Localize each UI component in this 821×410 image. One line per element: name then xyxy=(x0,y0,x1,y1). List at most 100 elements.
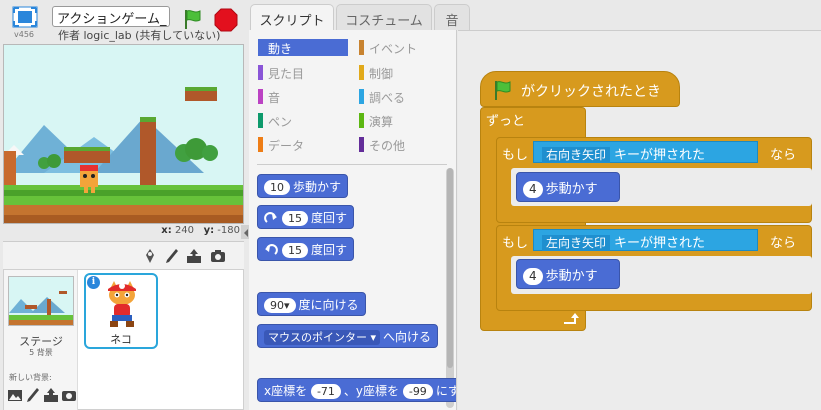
point-direction-block[interactable]: 90▾ 度に向ける xyxy=(257,292,366,316)
category-operators[interactable]: 演算 xyxy=(359,112,454,129)
sprite-list: ステージ 5 背景 新しい背景: i ネコ xyxy=(3,269,244,410)
tab-scripts[interactable]: スクリプト xyxy=(250,4,334,31)
goto-xy-block[interactable]: x座標を -71、y座標を -99にする xyxy=(257,378,456,402)
category-pen[interactable]: ペン xyxy=(258,112,353,129)
category-swatch xyxy=(359,113,364,128)
block-label: にする xyxy=(435,384,456,398)
category-data[interactable]: データ xyxy=(258,136,353,153)
category-swatch xyxy=(359,89,364,104)
version-label: v456 xyxy=(14,30,35,39)
backdrop-camera-icon[interactable] xyxy=(61,387,77,403)
block-label: 歩動かす xyxy=(293,180,342,194)
new-backdrop-label: 新しい背景: xyxy=(9,373,52,382)
towards-dropdown[interactable]: マウスのポインター ▾ xyxy=(264,330,381,345)
category-swatch xyxy=(359,40,364,55)
cat-sprite-thumbnail xyxy=(108,281,136,327)
stage-thumbnail-scene xyxy=(9,277,73,325)
category-swatch xyxy=(359,65,364,80)
block-label: へ向ける xyxy=(383,330,432,344)
turn-right-input[interactable]: 15 xyxy=(282,211,308,226)
category-label: イベント xyxy=(369,42,418,56)
move-steps-block[interactable]: 4 歩動かす xyxy=(516,172,620,202)
tab-costumes[interactable]: コスチューム xyxy=(336,4,432,30)
block-palette: 動き イベント 見た目 制御 音 調べる ペン 演算 データ その他 10 歩動… xyxy=(249,30,457,410)
tab-sounds[interactable]: 音 xyxy=(434,4,470,30)
palette-scrollbar-thumb[interactable] xyxy=(447,168,453,368)
turn-right-block[interactable]: 15 度回す xyxy=(257,205,355,229)
category-more[interactable]: その他 xyxy=(359,136,454,153)
category-label: ペン xyxy=(268,115,293,129)
category-label: データ xyxy=(268,139,305,153)
turn-left-input[interactable]: 15 xyxy=(282,243,308,258)
when-flag-clicked-block[interactable]: がクリックされたとき xyxy=(480,71,680,107)
block-label: 度に向ける xyxy=(298,298,359,312)
stop-icon[interactable] xyxy=(214,8,238,32)
block-label: 度回す xyxy=(311,211,348,225)
palette-divider xyxy=(257,164,447,165)
move-steps-input[interactable]: 10 xyxy=(264,180,290,195)
green-flag-icon[interactable] xyxy=(182,8,204,30)
goto-x-input[interactable]: -71 xyxy=(310,384,341,399)
stage-scene xyxy=(4,45,243,223)
then-label: なら xyxy=(770,236,797,251)
mouse-coords: x: 240 y: -180 xyxy=(120,225,240,236)
category-sound[interactable]: 音 xyxy=(258,88,353,105)
green-flag-icon xyxy=(495,81,511,100)
block-label: 度回す xyxy=(311,243,348,257)
category-label: 制御 xyxy=(369,67,394,81)
direction-dropdown[interactable]: 90▾ xyxy=(264,298,296,313)
camera-icon[interactable] xyxy=(209,247,227,265)
stage-thumbnail[interactable] xyxy=(8,276,74,326)
backdrop-library-icon[interactable] xyxy=(7,387,23,403)
loop-arrow-icon xyxy=(564,313,579,324)
block-label: 歩動かす xyxy=(545,269,598,284)
category-label: 演算 xyxy=(369,115,394,129)
block-label: 歩動かす xyxy=(545,182,598,197)
category-label: 見た目 xyxy=(268,67,305,81)
if-label: もし xyxy=(502,236,529,251)
category-events[interactable]: イベント xyxy=(359,39,454,56)
category-motion[interactable]: 動き xyxy=(258,39,348,56)
stage-header: v456 アクションゲーム_ 作者 logic_lab (共有していない) xyxy=(0,0,247,44)
category-control[interactable]: 制御 xyxy=(359,64,454,81)
move-steps-input[interactable]: 4 xyxy=(523,268,543,285)
new-backdrop-tools xyxy=(7,387,79,403)
move-steps-block[interactable]: 10 歩動かす xyxy=(257,174,349,198)
stage-selector[interactable]: ステージ 5 背景 新しい背景: xyxy=(4,270,78,410)
key-dropdown[interactable]: 右向き矢印 xyxy=(542,147,611,163)
turn-left-block[interactable]: 15 度回す xyxy=(257,237,355,261)
new-sprite-toolbar xyxy=(3,241,244,269)
forever-label: ずっと xyxy=(486,114,526,129)
sprite-name: ネコ xyxy=(110,333,132,346)
sprite-card-cat[interactable]: i ネコ xyxy=(84,273,158,349)
paint-brush-icon[interactable] xyxy=(163,247,181,265)
point-towards-block[interactable]: マウスのポインター ▾ へ向ける xyxy=(257,324,439,348)
y-label: y: xyxy=(203,225,215,236)
rotate-left-icon xyxy=(265,244,278,255)
upload-icon[interactable] xyxy=(185,247,203,265)
hat-label: がクリックされたとき xyxy=(521,84,661,100)
goto-y-input[interactable]: -99 xyxy=(402,384,433,399)
move-steps-input[interactable]: 4 xyxy=(523,181,543,198)
backdrop-paint-icon[interactable] xyxy=(25,387,41,403)
x-value: 240 xyxy=(174,225,195,236)
stage-canvas[interactable] xyxy=(3,44,244,224)
key-pressed-sensing[interactable]: 左向き矢印 キーが押された xyxy=(533,229,758,251)
category-swatch xyxy=(258,40,263,55)
backdrop-upload-icon[interactable] xyxy=(43,387,59,403)
category-label: 音 xyxy=(268,91,281,105)
key-dropdown[interactable]: 左向き矢印 xyxy=(542,235,611,251)
y-value: -180 xyxy=(217,225,240,236)
key-pressed-sensing[interactable]: 右向き矢印 キーが押された xyxy=(533,141,758,163)
fullscreen-icon[interactable] xyxy=(12,6,38,30)
block-label: x座標を xyxy=(264,384,308,398)
category-swatch xyxy=(258,65,263,80)
move-steps-block[interactable]: 4 歩動かす xyxy=(516,259,620,289)
sprite-library-icon[interactable] xyxy=(141,247,159,265)
category-looks[interactable]: 見た目 xyxy=(258,64,353,81)
if-label: もし xyxy=(502,148,529,163)
x-label: x: xyxy=(161,225,172,236)
then-label: なら xyxy=(770,148,797,163)
category-sensing[interactable]: 調べる xyxy=(359,88,454,105)
project-title-input[interactable]: アクションゲーム_ xyxy=(52,6,170,27)
